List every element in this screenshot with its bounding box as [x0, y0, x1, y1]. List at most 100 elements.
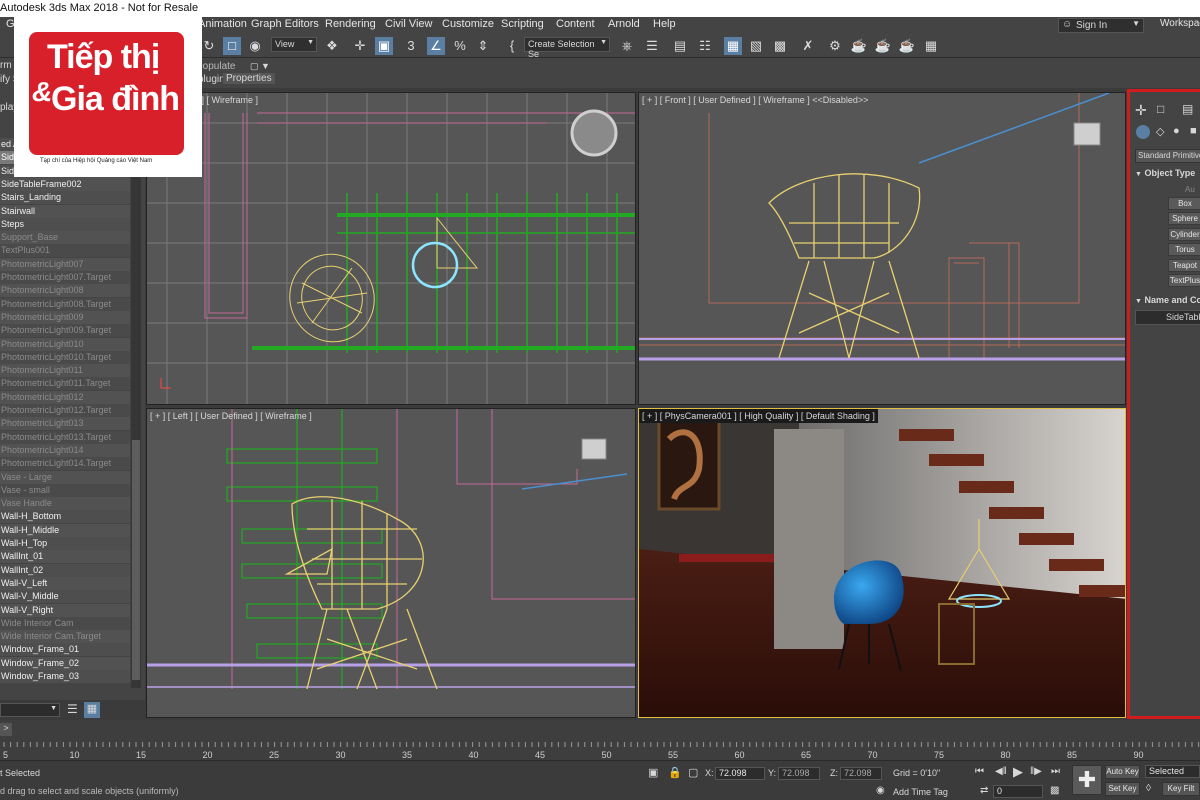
scene-list-item[interactable]: Window_Frame_01	[0, 643, 130, 657]
explorer-dropdown[interactable]: ▼	[0, 703, 60, 717]
isolate-icon[interactable]: ▣	[648, 766, 658, 779]
select-manipulate-icon[interactable]: ▣	[375, 37, 393, 55]
ribbon-dropdown-icon[interactable]: ▢ ▼	[250, 61, 270, 72]
scene-list-item[interactable]: PhotometricLight014.Target	[0, 457, 130, 471]
material-editor-icon[interactable]: ✗	[799, 37, 817, 55]
play-icon[interactable]: ▶	[1013, 764, 1023, 780]
go-to-start-icon[interactable]: ⏮	[975, 766, 984, 777]
z-coordinate-field[interactable]: 72.098	[840, 767, 882, 780]
cylinder-button[interactable]: Cylinder	[1168, 228, 1200, 241]
named-sets-icon[interactable]: {	[503, 37, 521, 55]
scene-list-item[interactable]: WallInt_01	[0, 550, 130, 564]
textplus-button[interactable]: TextPlus	[1168, 274, 1200, 287]
lights-icon[interactable]: ●	[1173, 125, 1180, 137]
scene-list-item[interactable]: PhotometricLight009.Target	[0, 324, 130, 338]
scene-list-item[interactable]: PhotometricLight010.Target	[0, 350, 130, 364]
hierarchy-icon[interactable]: ▤	[1182, 102, 1193, 116]
viewport-label[interactable]: [ + ] [ Front ] [ User Defined ] [ Wiref…	[642, 95, 868, 105]
viewport-camera[interactable]: [ + ] [ PhysCamera001 ] [ High Quality ]…	[638, 408, 1126, 718]
scene-list-item[interactable]: WallInt_02	[0, 563, 130, 577]
explorer-display-icon[interactable]: ▦	[84, 702, 100, 718]
scene-list-item[interactable]: Wide Interior Cam	[0, 616, 130, 630]
menu-help[interactable]: Help	[653, 18, 676, 30]
ribbon-partial-1[interactable]: rm	[0, 60, 12, 71]
time-tag-icon[interactable]: ◉	[876, 785, 885, 796]
lock-icon[interactable]: 🔒	[668, 766, 682, 779]
menu-content[interactable]: Content	[556, 18, 595, 30]
menu-civil-view[interactable]: Civil View	[385, 18, 432, 30]
timeline-ruler[interactable]	[0, 742, 1200, 752]
selection-set-dropdown[interactable]: Create Selection Se ▼	[524, 37, 610, 59]
name-color-rollout[interactable]: ▼ Name and Co	[1135, 295, 1200, 308]
scene-list-item[interactable]: Support_Base	[0, 231, 130, 245]
scene-list-item[interactable]: Wide Interior Cam.Target	[0, 630, 130, 644]
menu-scripting[interactable]: Scripting	[501, 18, 544, 30]
scene-list-item[interactable]: PhotometricLight008	[0, 284, 130, 298]
modify-icon[interactable]: □	[1157, 102, 1164, 116]
scene-list-item[interactable]: PhotometricLight014	[0, 443, 130, 457]
pivot-icon[interactable]: ❖	[323, 37, 341, 55]
layer-explorer-icon[interactable]: ☷	[696, 37, 714, 55]
viewport-front[interactable]: [ + ] [ Front ] [ User Defined ] [ Wiref…	[638, 92, 1126, 405]
ribbon-tab-partial[interactable]: plugin	[198, 74, 225, 85]
menu-arnold[interactable]: Arnold	[608, 18, 640, 30]
menu-customize[interactable]: Customize	[442, 18, 494, 30]
select-filter-icon[interactable]: ◉	[246, 37, 264, 55]
previous-frame-icon[interactable]: ◀‖	[995, 766, 1007, 777]
cameras-icon[interactable]: ■	[1190, 125, 1197, 137]
scene-list-item[interactable]: Wall-H_Top	[0, 537, 130, 550]
set-key-big-button[interactable]: ✚	[1072, 765, 1102, 795]
render-cloud-icon[interactable]: ▦	[922, 37, 940, 55]
scene-list-item[interactable]: Stairwall	[0, 204, 130, 218]
percent-snap-icon[interactable]: %	[451, 37, 469, 55]
scene-list-item[interactable]: PhotometricLight011.Target	[0, 377, 130, 391]
move-icon[interactable]: ✛	[351, 37, 369, 55]
sign-in-dropdown[interactable]: ☺ Sign In ▼	[1058, 18, 1144, 33]
object-type-rollout[interactable]: ▼ Object Type	[1135, 168, 1200, 181]
scene-list-item[interactable]: PhotometricLight009	[0, 310, 130, 324]
scene-list-item[interactable]: PhotometricLight010	[0, 337, 130, 351]
scene-list-item[interactable]: Steps	[0, 217, 130, 231]
scene-list-item[interactable]: PhotometricLight008.Target	[0, 297, 130, 311]
box-button[interactable]: Box	[1168, 197, 1200, 210]
autogrid-checkbox[interactable]: Au	[1185, 185, 1195, 194]
align-icon[interactable]: ☰	[643, 37, 661, 55]
snap-3d-icon[interactable]: 3	[402, 37, 420, 55]
shapes-icon[interactable]: ◇	[1156, 125, 1164, 138]
schematic-view-icon[interactable]: ▩	[771, 37, 789, 55]
object-name-field[interactable]: SideTable	[1135, 310, 1200, 325]
scene-list-item[interactable]: Wall-V_Right	[0, 603, 130, 617]
key-filter-icon[interactable]: ◊	[1146, 783, 1151, 794]
geometry-icon[interactable]	[1136, 125, 1150, 139]
scene-list-item[interactable]: Vase - small	[0, 483, 130, 497]
scene-list-item[interactable]: Vase - Large	[0, 470, 130, 484]
scene-list-item[interactable]: Vase Handle	[0, 497, 130, 511]
key-filters-button[interactable]: Key Filt	[1162, 782, 1200, 796]
next-frame-icon[interactable]: ‖▶	[1030, 766, 1042, 777]
scene-list-item[interactable]: PhotometricLight007	[0, 257, 130, 271]
set-key-button[interactable]: Set Key	[1105, 782, 1140, 796]
current-frame-field[interactable]: 0	[993, 785, 1043, 798]
workspace-label[interactable]: Workspace	[1160, 18, 1200, 29]
scene-list-item[interactable]: Wall-H_Bottom	[0, 510, 130, 524]
scene-list-item[interactable]: PhotometricLight011	[0, 364, 130, 378]
layers-icon[interactable]: ☰	[67, 702, 78, 716]
scene-list-item[interactable]: Stairs_Landing	[0, 191, 130, 205]
curve-editor-icon[interactable]: ▧	[747, 37, 765, 55]
torus-button[interactable]: Torus	[1168, 243, 1200, 256]
sphere-button[interactable]: Sphere	[1168, 212, 1200, 225]
ribbon-toggle-icon[interactable]: ▦	[724, 37, 742, 55]
scene-list-item[interactable]: PhotometricLight013	[0, 417, 130, 431]
y-coordinate-field[interactable]: 72.098	[778, 767, 820, 780]
render-frame-icon[interactable]: ☕	[850, 37, 868, 55]
scrollbar-thumb[interactable]	[132, 440, 140, 680]
viewport-left[interactable]: [ + ] [ Left ] [ User Defined ] [ Wirefr…	[146, 408, 636, 718]
create-icon[interactable]: ✛	[1135, 102, 1147, 119]
render-production-icon[interactable]: ☕	[874, 37, 892, 55]
auto-key-button[interactable]: Auto Key	[1105, 765, 1140, 779]
redo-icon[interactable]: ↻	[200, 37, 218, 55]
scene-list-item[interactable]: Window_Frame_02	[0, 656, 130, 670]
scene-list-item[interactable]: Window_Frame_03	[0, 670, 130, 683]
key-selection-dropdown[interactable]: Selected	[1145, 765, 1200, 778]
time-config-icon[interactable]: ▩	[1050, 785, 1059, 796]
